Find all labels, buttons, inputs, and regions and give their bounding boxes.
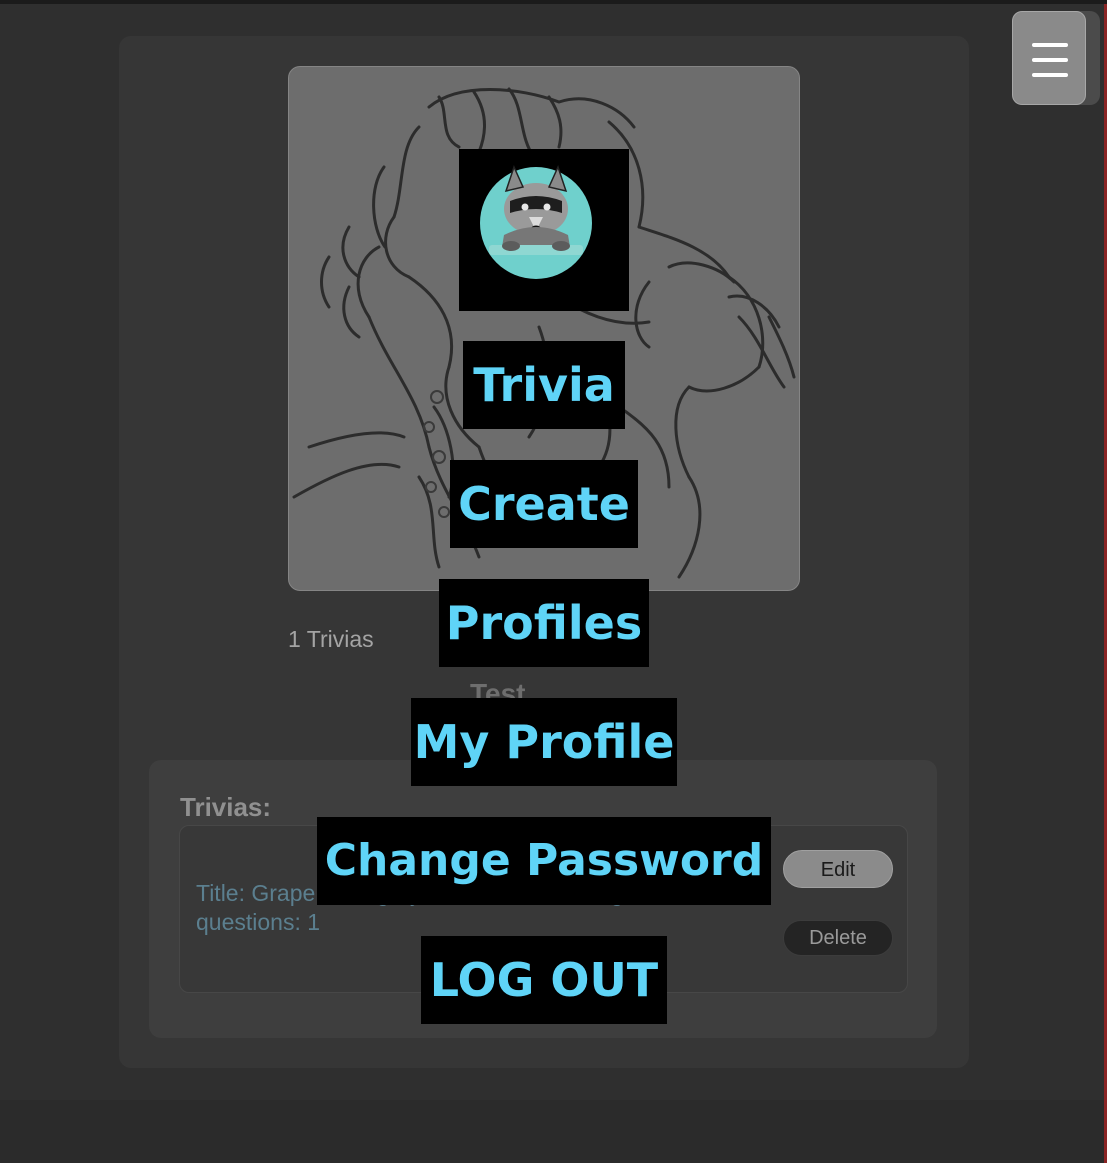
trivias-heading: Trivias: (180, 792, 272, 822)
top-border (0, 0, 1107, 4)
nav-logo[interactable] (459, 149, 629, 311)
nav-link-my-profile[interactable]: My Profile (411, 698, 677, 786)
profile-name: Test (470, 678, 526, 700)
nav-link-profiles[interactable]: Profiles (439, 579, 649, 667)
hamburger-icon (1032, 43, 1068, 77)
nav-link-trivia[interactable]: Trivia (463, 341, 625, 429)
nav-link-change-password[interactable]: Change Password (317, 817, 771, 905)
trivia-count: 1 Trivias (288, 626, 374, 652)
edit-trivia-button[interactable]: Edit (783, 850, 893, 888)
delete-trivia-button[interactable]: Delete (783, 920, 893, 956)
nav-link-log-out[interactable]: LOG OUT (421, 936, 667, 1024)
menu-toggle-button[interactable] (1012, 11, 1086, 105)
footer-band (0, 1100, 1104, 1163)
nav-link-create[interactable]: Create (450, 460, 638, 548)
raccoon-logo-icon (480, 164, 592, 279)
